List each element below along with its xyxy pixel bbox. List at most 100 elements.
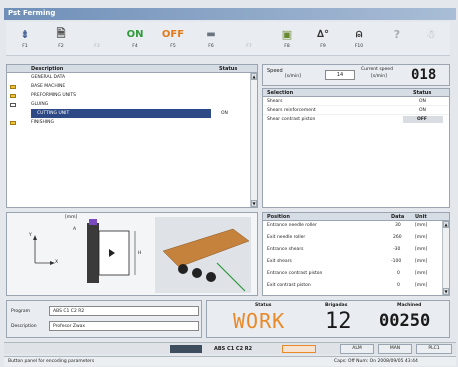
position-unit: [mm] (415, 235, 428, 240)
tree-item-gluing[interactable]: GLUING (7, 100, 257, 109)
scroll-up-arrow-icon[interactable]: ▲ (443, 221, 449, 228)
f2-button[interactable]: 🗎 F2 (46, 24, 76, 54)
positions-row[interactable]: Exit needle roller 260 [mm] (263, 233, 449, 245)
positions-col-data: Data (391, 214, 405, 220)
f10-label: F10 (354, 44, 364, 49)
alm-button[interactable]: ALM (340, 344, 374, 354)
program-label: Program (11, 309, 30, 314)
blank-icon (82, 24, 112, 44)
blank-icon (234, 24, 264, 44)
f9-button[interactable]: ∆° F9 (308, 24, 338, 54)
selection-col-selection: Selection (267, 90, 294, 96)
folder-icon (10, 94, 16, 98)
tree-item-finishing[interactable]: FINISHING (7, 118, 257, 127)
f5-off-button[interactable]: OFF F5 (158, 24, 188, 54)
position-unit: [mm] (415, 271, 428, 276)
selection-col-status: Status (413, 90, 432, 96)
positions-row[interactable]: Entrance shears -30 [mm] (263, 245, 449, 257)
selection-row-status: OFF (417, 117, 427, 122)
tree-header: Description Status (7, 65, 257, 73)
f9-label: F9 (320, 44, 326, 49)
program-panel: Program ABS C1 C2 R2 Description Profeso… (6, 300, 202, 338)
tree-item-preforming-units[interactable]: PREFORMING UNITS (7, 91, 257, 100)
user-button[interactable]: ☃ (416, 24, 446, 54)
position-data: 0 (397, 271, 400, 276)
positions-row[interactable]: Entrance needle roller 30 [mm] (263, 221, 449, 233)
folder-icon (10, 121, 16, 125)
f7-button[interactable]: F7 (234, 24, 264, 54)
tree-col-status: Status (219, 66, 238, 72)
f4-on-button[interactable]: ON F4 (120, 24, 150, 54)
positions-header: Position Data Unit (263, 213, 449, 221)
cutting-diagram (33, 217, 251, 293)
position-data: -100 (391, 259, 402, 264)
man-button[interactable]: MAN (378, 344, 412, 354)
selection-row-contrast-piston[interactable]: Shear contrast piston OFF (263, 115, 449, 124)
f1-button[interactable]: ⇟ F1 (10, 24, 40, 54)
help-icon: ? (393, 27, 401, 41)
speed-panel: Speed [s/min] 14 Current speed [s/min] 0… (262, 64, 450, 86)
tree-item-general-data[interactable]: GENERAL DATA (7, 73, 257, 82)
positions-col-unit: Unit (415, 214, 427, 220)
position-data: 0 (397, 283, 400, 288)
tree-item-base-machine[interactable]: BASE MACHINE (7, 82, 257, 91)
position-label: Exit contrast piston (267, 283, 311, 288)
blade-column (87, 223, 99, 283)
selection-row-shears-reinforcement[interactable]: Shears reinforcement ON (263, 106, 449, 115)
positions-panel: Position Data Unit Entrance needle rolle… (262, 212, 450, 296)
status-panel: Status WORK Brigadas 12 Machined 00250 (206, 300, 450, 338)
machine-diagram-panel: [mm] A H Y X (6, 212, 258, 296)
selection-panel: Selection Status Shears ON Shears reinfo… (262, 88, 450, 208)
position-data: 260 (393, 235, 402, 240)
bar-icon: ▬ (206, 28, 216, 40)
bottom-program: ABS C1 C2 R2 (214, 346, 253, 352)
f8-button[interactable]: ▣ F8 (272, 24, 302, 54)
tree-scrollbar[interactable]: ▲ ▼ (250, 73, 257, 207)
positions-row[interactable]: Entrance contrast piston 0 [mm] (263, 269, 449, 281)
diagram-unit: [mm] (65, 215, 78, 220)
window-title: Pst Ferming (8, 9, 56, 17)
plc1-button[interactable]: PLC1 (416, 344, 452, 354)
selection-row-shears[interactable]: Shears ON (263, 97, 449, 106)
counter-label: Brigadas (325, 303, 348, 308)
status-line-right: Caps: Off Num: On 2008/09/05 43:44 (334, 359, 418, 364)
scroll-down-arrow-icon[interactable]: ▼ (251, 200, 257, 207)
status-label: Status (255, 303, 272, 308)
status-line-left: Button panel for encoding parameters (8, 359, 95, 364)
f4-label: F4 (132, 44, 138, 49)
f3-label: F3 (94, 44, 100, 49)
position-unit: [mm] (415, 247, 428, 252)
tree-item-cutting-unit-row[interactable]: CUTTING UNIT ON (7, 109, 257, 118)
positions-row[interactable]: Exit contrast piston 0 [mm] (263, 281, 449, 291)
tree-item-label: GLUING (31, 102, 49, 107)
position-label: Exit needle roller (267, 235, 306, 240)
document-icon: 🗎 (56, 26, 66, 40)
f10-button[interactable]: ⍝ F10 (344, 24, 374, 54)
current-speed-label: Current speed (361, 67, 393, 72)
man-label: MAN (389, 346, 401, 351)
on-icon: ON (126, 28, 144, 40)
tree-col-description: Description (31, 66, 64, 72)
program-field[interactable]: ABS C1 C2 R2 (49, 306, 199, 316)
scroll-down-arrow-icon[interactable]: ▼ (443, 288, 449, 295)
f1-label: F1 (22, 44, 28, 49)
help-button[interactable]: ? (382, 24, 412, 54)
f5-label: F5 (170, 44, 176, 49)
position-unit: [mm] (415, 283, 428, 288)
machined-value: 00250 (379, 311, 431, 331)
status-value: WORK (233, 309, 286, 333)
speed-input[interactable]: 14 (325, 70, 355, 80)
description-field[interactable]: Profesor Zwax (49, 321, 199, 331)
positions-scrollbar[interactable]: ▲ ▼ (442, 221, 449, 295)
f6-label: F6 (208, 44, 214, 49)
diagram-dim-h: H (138, 251, 142, 256)
tree-item-status: ON (221, 111, 228, 116)
position-data: 30 (395, 223, 401, 228)
position-unit: [mm] (415, 223, 428, 228)
scroll-up-arrow-icon[interactable]: ▲ (251, 73, 257, 80)
roller-2 (192, 268, 202, 278)
f3-button[interactable]: F3 (82, 24, 112, 54)
positions-row[interactable]: Exit shears -100 [mm] (263, 257, 449, 269)
f6-button[interactable]: ▬ F6 (196, 24, 226, 54)
position-label: Exit shears (267, 259, 292, 264)
